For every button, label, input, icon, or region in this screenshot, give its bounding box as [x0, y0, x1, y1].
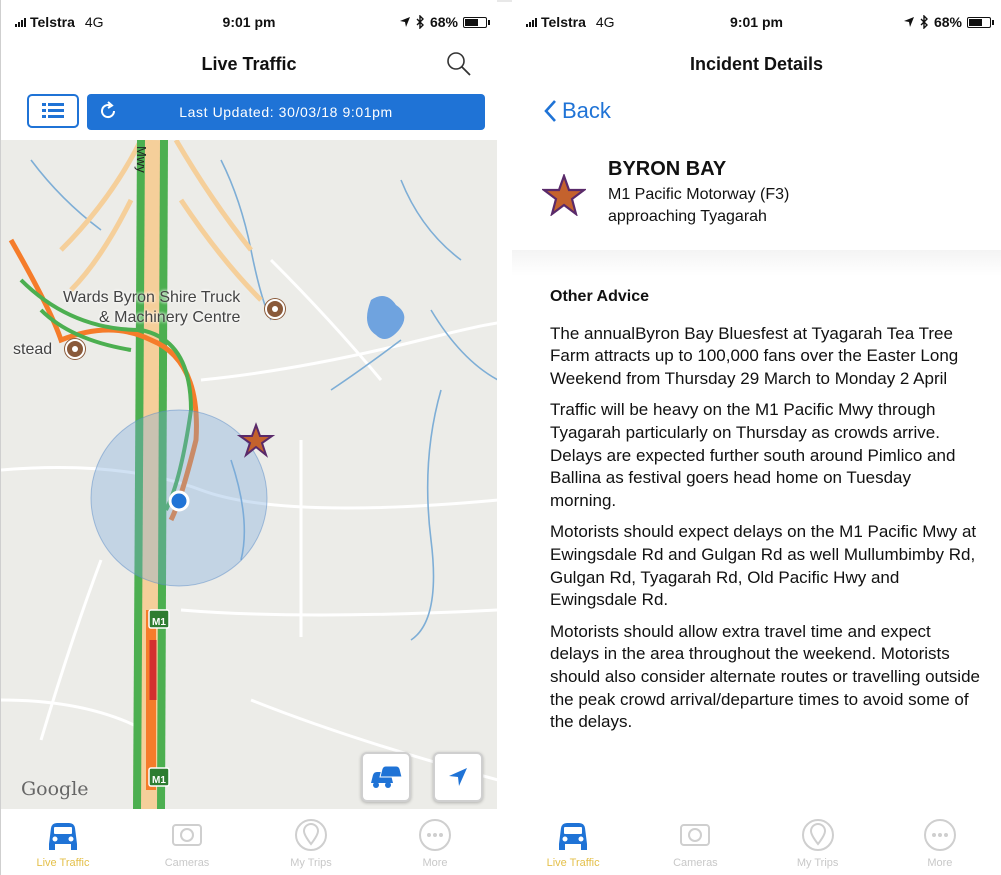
last-updated-text: Last Updated: 30/03/18 9:01pm	[179, 104, 393, 120]
poi-label-3: stead	[13, 341, 53, 358]
more-icon	[920, 817, 960, 853]
incident-road: M1 Pacific Motorway (F3)	[608, 186, 790, 203]
tab-more[interactable]: More	[879, 809, 1001, 875]
google-attribution: Google	[21, 778, 89, 800]
car-icon	[43, 817, 83, 853]
motorway-shield: M1	[152, 775, 166, 786]
battery-icon	[967, 16, 994, 28]
location-arrow-icon	[399, 17, 410, 27]
my-location-button[interactable]	[433, 752, 483, 802]
traffic-layer-button[interactable]	[361, 752, 411, 802]
status-right: 68%	[399, 14, 490, 30]
chevron-left-icon	[544, 100, 556, 122]
tab-label: More	[927, 857, 953, 869]
poi-label-1: Wards Byron Shire Truck	[63, 289, 241, 306]
tab-my-trips[interactable]: My Trips	[249, 809, 373, 875]
advice-heading: Other Advice	[550, 288, 649, 305]
poi-marker[interactable]	[265, 299, 285, 319]
tab-live-traffic[interactable]: Live Traffic	[512, 809, 634, 875]
tab-my-trips[interactable]: My Trips	[757, 809, 879, 875]
bluetooth-icon	[920, 15, 928, 29]
advice-paragraph: The annualByron Bay Bluesfest at Tyagara…	[550, 323, 959, 388]
advice-paragraph: Motorists should allow extra travel time…	[550, 621, 980, 732]
battery-percent: 68%	[933, 14, 962, 30]
road-label: Mwy	[134, 146, 149, 173]
battery-level	[969, 18, 982, 26]
nav-bar: Live Traffic	[1, 44, 497, 84]
incident-road-info: M1 Pacific Motorway (F3) approaching Tya…	[608, 184, 908, 228]
status-bar: Telstra 4G 9:01 pm 68%	[1, 10, 497, 34]
advice-paragraph: Motorists should expect delays on the M1…	[550, 522, 977, 610]
back-button[interactable]: Back	[544, 98, 611, 124]
tab-more[interactable]: More	[373, 809, 497, 875]
tab-label: Cameras	[164, 857, 210, 869]
camera-icon	[167, 817, 207, 853]
tab-bar: Live Traffic Cameras My Trips More	[512, 809, 1001, 875]
cars-icon	[371, 765, 403, 788]
back-label: Back	[562, 98, 611, 123]
incident-details-screen: Telstra 4G 9:01 pm 68% Incident Details …	[512, 0, 1001, 875]
more-icon	[415, 817, 455, 853]
tab-live-traffic[interactable]: Live Traffic	[1, 809, 125, 875]
status-right: 68%	[903, 14, 994, 30]
car-icon	[553, 817, 593, 853]
map-toolbar: Last Updated: 30/03/18 9:01pm	[1, 92, 497, 132]
live-traffic-screen: Telstra 4G 9:01 pm 68% Live Traffic Last…	[0, 0, 497, 875]
camera-icon	[675, 817, 715, 853]
tab-label: More	[422, 857, 448, 869]
incident-star-icon	[542, 174, 586, 216]
traffic-map[interactable]: Mwy Wards Byron Shire Truck & Machinery …	[1, 140, 497, 810]
nav-bar: Incident Details	[512, 44, 1001, 84]
advice-paragraph: Traffic will be heavy on the M1 Pacific …	[550, 400, 956, 510]
battery-icon	[463, 16, 490, 28]
tab-label: My Trips	[796, 857, 839, 869]
tab-cameras[interactable]: Cameras	[634, 809, 756, 875]
incident-direction: approaching Tyagarah	[608, 208, 767, 225]
list-icon	[42, 103, 64, 118]
incident-header: BYRON BAY M1 Pacific Motorway (F3) appro…	[534, 158, 991, 238]
incident-location: BYRON BAY	[608, 158, 727, 180]
battery-percent: 68%	[429, 14, 458, 30]
search-icon[interactable]	[445, 50, 473, 78]
location-arrow-icon	[903, 17, 914, 27]
navigation-arrow-icon	[449, 768, 467, 786]
poi-marker[interactable]	[65, 339, 85, 359]
tab-cameras[interactable]: Cameras	[125, 809, 249, 875]
map-pin-icon	[291, 817, 331, 853]
map-pin-icon	[798, 817, 838, 853]
page-title: Live Traffic	[201, 53, 297, 74]
refresh-icon	[101, 101, 116, 119]
tab-label: Cameras	[673, 857, 718, 869]
status-bar: Telstra 4G 9:01 pm 68%	[512, 10, 1001, 34]
refresh-bar[interactable]: Last Updated: 30/03/18 9:01pm	[87, 94, 485, 130]
tab-label: Live Traffic	[546, 857, 600, 869]
bluetooth-icon	[416, 15, 424, 29]
motorway-shield: M1	[152, 617, 166, 628]
poi-label-2: & Machinery Centre	[99, 309, 241, 326]
tab-bar: Live Traffic Cameras My Trips More	[1, 809, 497, 875]
battery-level	[465, 18, 478, 26]
list-view-button[interactable]	[27, 94, 79, 128]
tab-label: My Trips	[290, 857, 332, 869]
map-base	[1, 140, 497, 810]
advice-section: Other Advice The annualByron Bay Bluesfe…	[512, 250, 1001, 809]
page-title: Incident Details	[689, 53, 824, 74]
tab-label: Live Traffic	[36, 857, 90, 869]
